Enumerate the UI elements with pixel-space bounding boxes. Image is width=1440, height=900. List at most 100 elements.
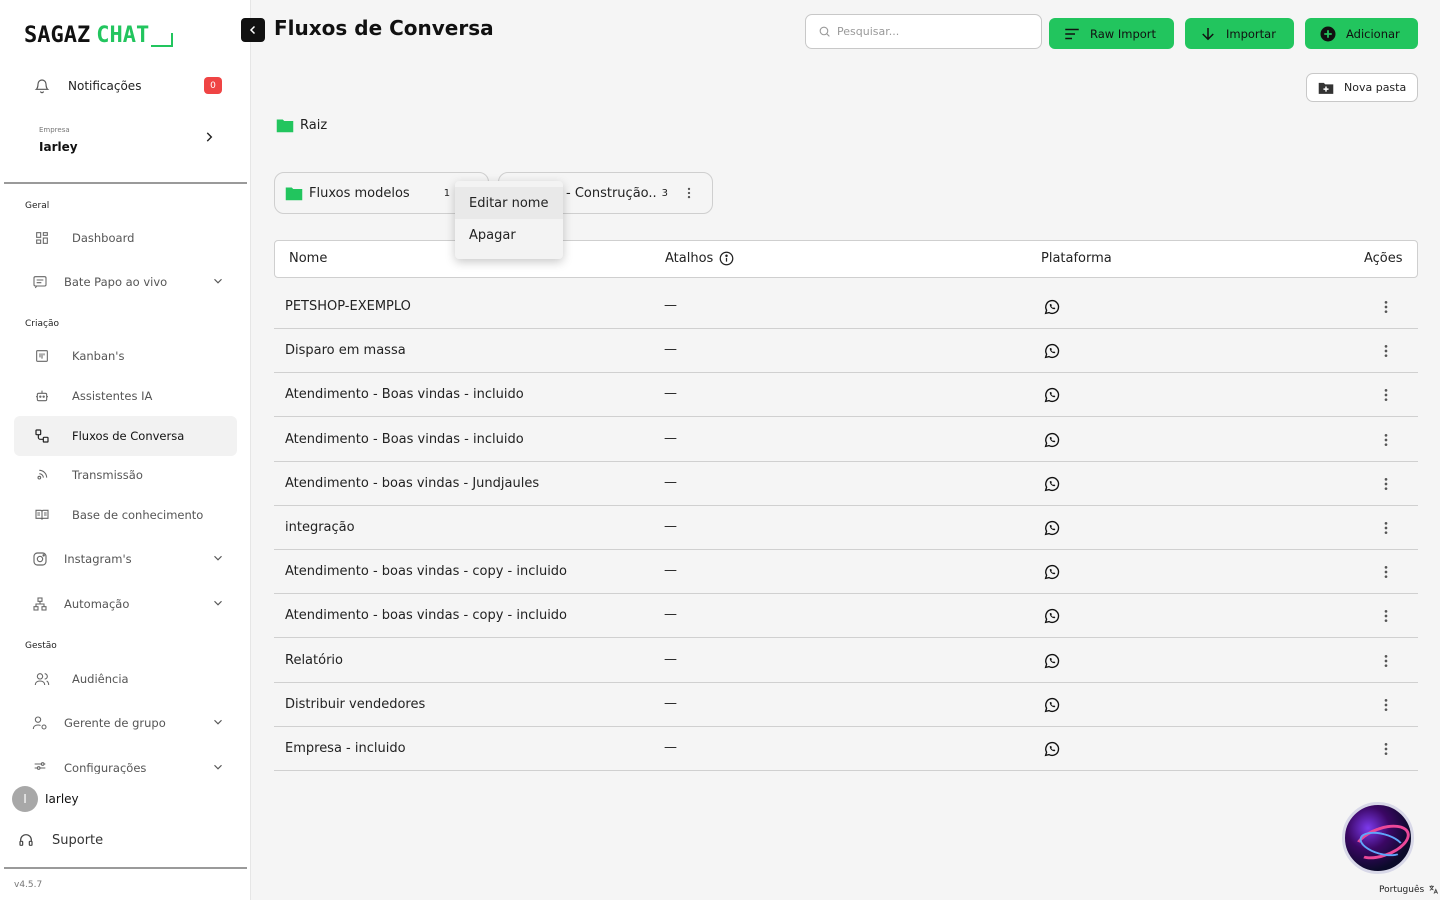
whatsapp-icon bbox=[1044, 521, 1060, 536]
sidebar-item-instagram[interactable]: Instagram's bbox=[14, 539, 237, 579]
sidebar-item-label: Transmissão bbox=[72, 468, 143, 482]
more-vertical-icon[interactable] bbox=[1378, 431, 1394, 449]
more-vertical-icon[interactable] bbox=[1378, 298, 1394, 316]
new-folder-button[interactable]: Nova pasta bbox=[1306, 73, 1418, 102]
folder-icon bbox=[285, 187, 303, 200]
sidebar-item-kanbans[interactable]: Kanban's bbox=[14, 336, 237, 376]
menu-lines-icon bbox=[1065, 28, 1079, 39]
ai-assistant-orb-button[interactable] bbox=[1342, 802, 1414, 874]
sidebar-item-knowledge-base[interactable]: Base de conhecimento bbox=[14, 495, 237, 535]
sidebar-item-conversation-flows[interactable]: Fluxos de Conversa bbox=[14, 416, 237, 456]
flow-shortcuts: — bbox=[664, 474, 677, 490]
flow-name: Relatório bbox=[285, 652, 343, 668]
more-vertical-icon[interactable] bbox=[1378, 740, 1394, 758]
page-title: Fluxos de Conversa bbox=[274, 16, 494, 40]
table-row[interactable]: Atendimento - boas vindas - copy - inclu… bbox=[274, 594, 1418, 639]
more-vertical-icon[interactable] bbox=[1378, 696, 1394, 714]
menu-item-delete[interactable]: Apagar bbox=[455, 219, 563, 251]
notifications-label: Notificações bbox=[68, 79, 142, 93]
notifications-button[interactable]: Notificações 0 bbox=[24, 72, 224, 100]
search-input[interactable] bbox=[837, 25, 1027, 38]
table-header: Nome Atalhos Plataforma Ações bbox=[274, 240, 1418, 278]
sidebar-item-live-chat[interactable]: Bate Papo ao vivo bbox=[14, 262, 237, 302]
table-row[interactable]: integração — bbox=[274, 506, 1418, 550]
section-criacao: Criação bbox=[25, 319, 59, 329]
import-button[interactable]: Importar bbox=[1185, 18, 1294, 49]
more-vertical-icon[interactable] bbox=[1378, 342, 1394, 360]
chat-bubble-icon bbox=[151, 33, 174, 47]
raw-import-label: Raw Import bbox=[1090, 26, 1157, 41]
import-label: Importar bbox=[1226, 26, 1276, 41]
flow-shortcuts: — bbox=[664, 740, 677, 755]
company-selector[interactable]: Empresa Iarley bbox=[24, 118, 216, 162]
breadcrumb[interactable]: Raiz bbox=[276, 118, 327, 133]
column-header-name: Nome bbox=[289, 251, 328, 266]
book-icon bbox=[35, 509, 49, 520]
section-geral: Geral bbox=[25, 201, 50, 211]
logo-text-chat: CHAT bbox=[96, 22, 150, 48]
flow-name: PETSHOP-EXEMPLO bbox=[285, 299, 411, 314]
dashboard-icon bbox=[36, 232, 48, 244]
table-row[interactable]: Relatório — bbox=[274, 639, 1418, 683]
sidebar-item-dashboard[interactable]: Dashboard bbox=[14, 218, 237, 258]
sidebar-item-settings[interactable]: Configurações bbox=[14, 748, 237, 774]
table-row[interactable]: Empresa - incluido — bbox=[274, 727, 1418, 771]
table-row[interactable]: PETSHOP-EXEMPLO — bbox=[274, 285, 1418, 329]
add-button[interactable]: Adicionar bbox=[1305, 18, 1418, 49]
flow-shortcuts: — bbox=[664, 519, 677, 534]
add-label: Adicionar bbox=[1346, 26, 1400, 41]
user-profile[interactable]: I Iarley bbox=[12, 786, 79, 812]
company-caption: Empresa bbox=[39, 126, 70, 134]
more-vertical-icon[interactable] bbox=[1378, 475, 1394, 493]
whatsapp-icon bbox=[1044, 432, 1060, 447]
flow-name: integração bbox=[285, 520, 355, 535]
whatsapp-icon bbox=[1044, 742, 1060, 757]
kanban-icon bbox=[36, 350, 48, 362]
table-row[interactable]: Atendimento - boas vindas - Jundjaules — bbox=[274, 462, 1418, 506]
more-vertical-icon[interactable] bbox=[1378, 652, 1394, 670]
table-row[interactable]: Atendimento - boas vindas - copy - inclu… bbox=[274, 550, 1418, 595]
whatsapp-icon bbox=[1044, 653, 1060, 668]
flow-name: Atendimento - Boas vindas - incluido bbox=[285, 431, 524, 447]
table-row[interactable]: Disparo em massa — bbox=[274, 329, 1418, 374]
more-vertical-icon[interactable] bbox=[1378, 563, 1394, 581]
column-header-shortcuts-label: Atalhos bbox=[665, 251, 714, 266]
sidebar-item-label: Kanban's bbox=[72, 349, 125, 363]
search-box[interactable] bbox=[805, 14, 1042, 49]
whatsapp-icon bbox=[1044, 388, 1060, 403]
chat-icon bbox=[33, 276, 47, 289]
sidebar-item-ai-assistants[interactable]: Assistentes IA bbox=[14, 376, 237, 416]
collapse-sidebar-button[interactable] bbox=[241, 18, 265, 42]
table-row[interactable]: Atendimento - Boas vindas - incluido — bbox=[274, 373, 1418, 418]
table-row[interactable]: Atendimento - Boas vindas - incluido — bbox=[274, 418, 1418, 462]
info-icon[interactable] bbox=[719, 251, 734, 266]
sidebar-item-broadcast[interactable]: Transmissão bbox=[14, 455, 237, 495]
sidebar: SAGAZ CHAT Notificações 0 Empresa Iarley… bbox=[0, 0, 251, 900]
table-row[interactable]: Distribuir vendedores — bbox=[274, 683, 1418, 727]
sidebar-item-group-manager[interactable]: Gerente de grupo bbox=[14, 703, 237, 743]
notifications-badge: 0 bbox=[204, 77, 222, 94]
language-selector[interactable]: Português bbox=[1379, 884, 1439, 895]
more-vertical-icon[interactable] bbox=[1378, 519, 1394, 537]
broadcast-icon bbox=[37, 469, 48, 480]
more-vertical-icon[interactable] bbox=[1378, 386, 1394, 404]
arrow-down-icon bbox=[1202, 27, 1214, 40]
logo[interactable]: SAGAZ CHAT bbox=[24, 20, 174, 50]
flow-shortcuts: — bbox=[664, 651, 677, 667]
sidebar-item-audience[interactable]: Audiência bbox=[14, 659, 237, 699]
breadcrumb-root: Raiz bbox=[300, 118, 328, 133]
support-button[interactable]: Suporte bbox=[18, 832, 103, 848]
user-name: Iarley bbox=[45, 792, 79, 806]
whatsapp-icon bbox=[1044, 300, 1060, 315]
sidebar-item-automation[interactable]: Automação bbox=[14, 584, 237, 624]
column-header-actions: Ações bbox=[1364, 251, 1403, 266]
headset-icon bbox=[19, 834, 33, 846]
section-gestao: Gestão bbox=[25, 641, 57, 651]
whatsapp-icon bbox=[1044, 344, 1060, 359]
column-header-platform: Plataforma bbox=[1041, 251, 1112, 266]
menu-item-edit-name[interactable]: Editar nome bbox=[455, 187, 563, 219]
raw-import-button[interactable]: Raw Import bbox=[1049, 18, 1174, 49]
more-vertical-icon[interactable] bbox=[682, 185, 696, 201]
more-vertical-icon[interactable] bbox=[1378, 607, 1394, 625]
sidebar-item-label: Automação bbox=[64, 597, 130, 611]
